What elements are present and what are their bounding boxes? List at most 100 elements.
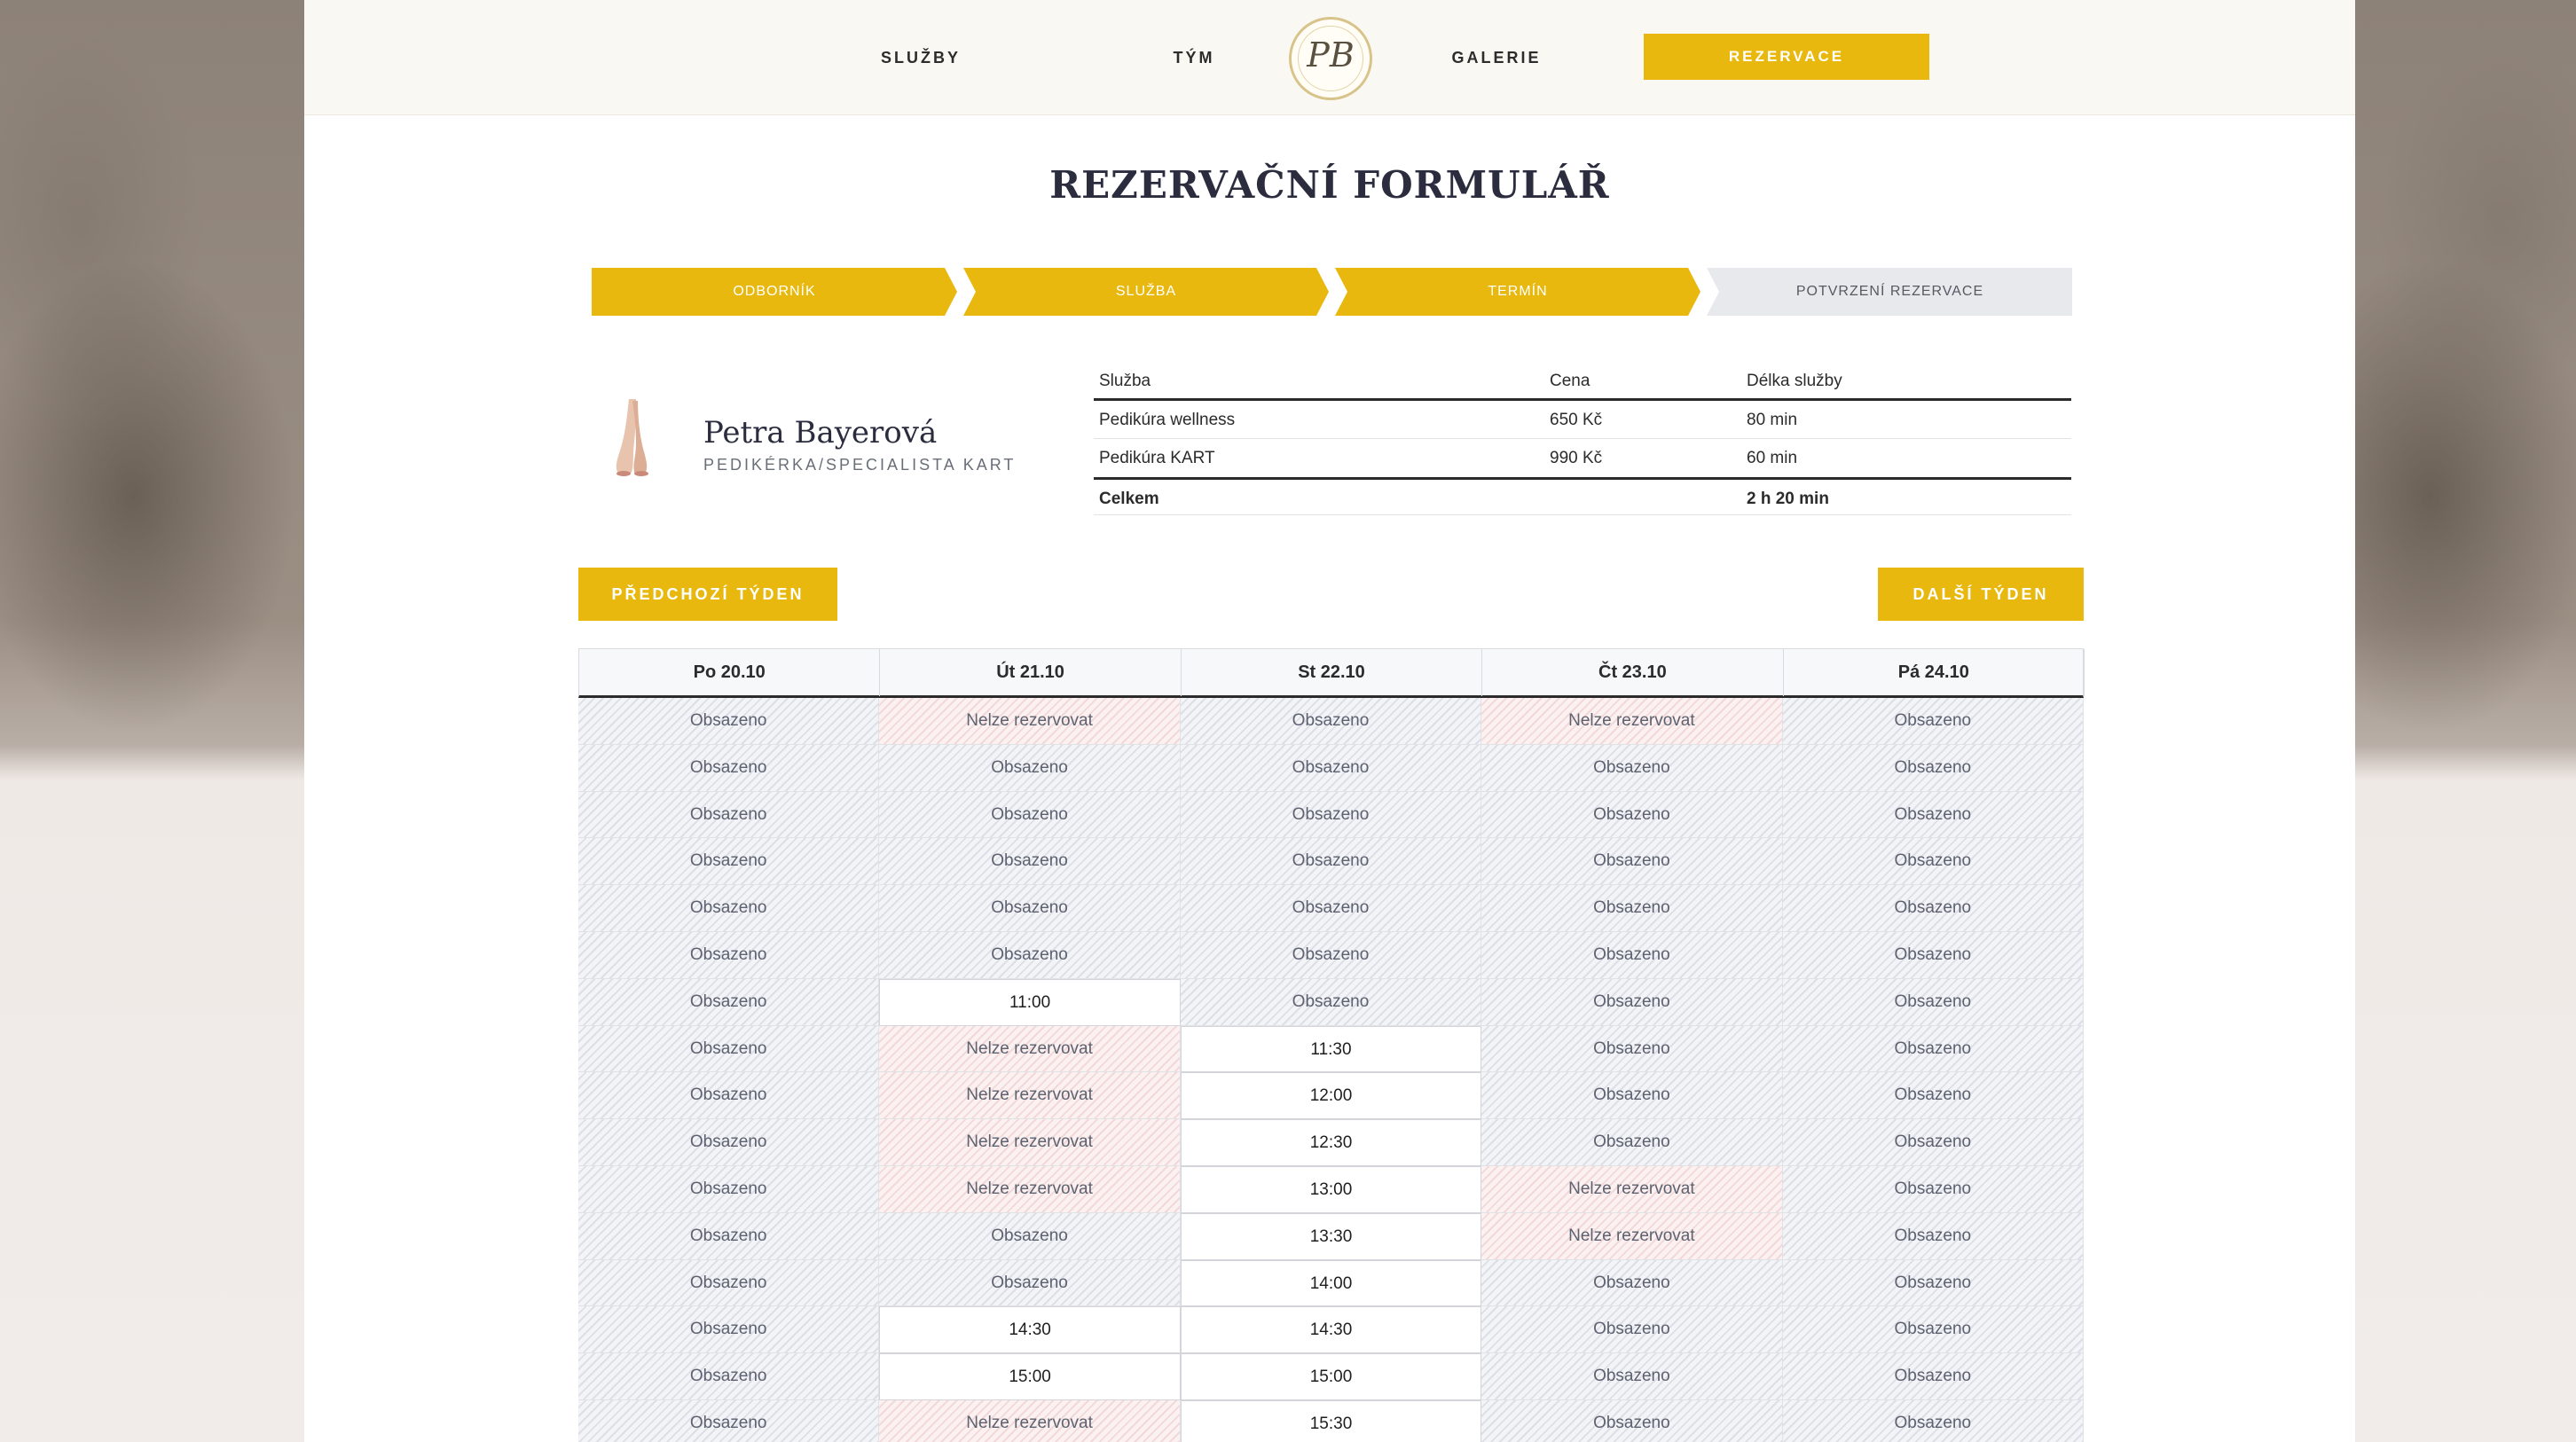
- time-slot-booked: Obsazeno: [1481, 1119, 1783, 1166]
- time-slot-booked: Obsazeno: [578, 838, 880, 886]
- service-duration: 80 min: [1747, 411, 1798, 429]
- time-slot-booked: Obsazeno: [1782, 1353, 2084, 1400]
- time-slot-booked: Obsazeno: [1782, 1025, 2084, 1073]
- time-slot-booked: Obsazeno: [1782, 838, 2084, 886]
- time-slot-booked: Obsazeno: [578, 1212, 880, 1260]
- previous-week-button[interactable]: PŘEDCHOZÍ TÝDEN: [578, 568, 837, 621]
- column-header-duration: Délka služby: [1747, 372, 1842, 390]
- service-price: 990 Kč: [1550, 449, 1603, 467]
- calendar-body: Obsazeno Nelze rezervovat Obsazeno Nelze re…: [578, 698, 2084, 1442]
- time-slot-booked: Obsazeno: [1481, 744, 1783, 792]
- time-slot-booked: Obsazeno: [1481, 1025, 1783, 1073]
- time-slot-booked: Obsazeno: [1481, 978, 1783, 1026]
- feet-photo: [616, 399, 648, 476]
- services-total-row: Celkem 2 h 20 min: [1094, 477, 2071, 515]
- time-slot-available[interactable]: 15:00: [879, 1353, 1181, 1400]
- time-slot-booked: Obsazeno: [1481, 791, 1783, 839]
- specialist-name: Petra Bayerová: [703, 415, 938, 451]
- time-slot-row: Obsazeno Nelze rezervovat 13:00 Nelze rezer…: [578, 1165, 2084, 1213]
- time-slot-available[interactable]: 13:00: [1180, 1165, 1482, 1213]
- day-header: Po 20.10: [579, 649, 881, 696]
- day-header: Čt 23.10: [1482, 649, 1784, 696]
- time-slot-available[interactable]: 14:00: [1180, 1259, 1482, 1307]
- time-slot-booked: Obsazeno: [1481, 838, 1783, 886]
- service-name: Pedikúra wellness: [1099, 411, 1236, 429]
- time-slot-available[interactable]: 12:00: [1180, 1072, 1482, 1120]
- time-slot-booked: Obsazeno: [1782, 1072, 2084, 1120]
- time-slot-available[interactable]: 15:00: [1180, 1353, 1482, 1400]
- day-header: St 22.10: [1182, 649, 1483, 696]
- time-slot-available[interactable]: 13:30: [1180, 1212, 1482, 1260]
- time-slot-booked: Obsazeno: [1782, 931, 2084, 979]
- service-row: Pedikúra wellness 650 Kč 80 min: [1094, 401, 2071, 439]
- time-slot-booked: Obsazeno: [1481, 1072, 1783, 1120]
- time-slot-booked: Obsazeno: [578, 1259, 880, 1307]
- step-term[interactable]: TERMÍN: [1335, 268, 1700, 316]
- time-slot-unavailable: Nelze rezervovat: [879, 698, 1181, 745]
- time-slot-available[interactable]: 11:00: [879, 978, 1181, 1026]
- total-duration: 2 h 20 min: [1747, 490, 1829, 508]
- time-slot-row: Obsazeno 15:00 15:00 Obsazeno Obsazeno: [578, 1353, 2084, 1400]
- brand-logo[interactable]: PB: [1289, 17, 1372, 100]
- time-slot-row: Obsazeno Obsazeno Obsazeno Obsazeno Obsazeno: [578, 931, 2084, 979]
- time-slot-booked: Obsazeno: [1481, 1399, 1783, 1442]
- time-slot-booked: Obsazeno: [1481, 931, 1783, 979]
- step-service[interactable]: SLUŽBA: [963, 268, 1329, 316]
- next-week-button[interactable]: DALŠÍ TÝDEN: [1878, 568, 2084, 621]
- time-slot-booked: Obsazeno: [1782, 885, 2084, 932]
- time-slot-row: Obsazeno Nelze rezervovat Obsazeno Nelze re…: [578, 698, 2084, 745]
- step-confirmation: POTVRZENÍ REZERVACE: [1707, 268, 2072, 316]
- time-slot-booked: Obsazeno: [1180, 931, 1482, 979]
- booking-steps: ODBORNÍK SLUŽBA TERMÍN POTVRZENÍ REZERVA…: [592, 268, 2073, 316]
- time-slot-booked: Obsazeno: [879, 885, 1181, 932]
- time-slot-booked: Obsazeno: [578, 931, 880, 979]
- time-slot-available[interactable]: 15:30: [1180, 1399, 1482, 1442]
- services-table-header: Služba Cena Délka služby: [1094, 362, 2071, 401]
- time-slot-booked: Obsazeno: [879, 1212, 1181, 1260]
- time-slot-booked: Obsazeno: [578, 1119, 880, 1166]
- time-slot-booked: Obsazeno: [879, 791, 1181, 839]
- step-specialist[interactable]: ODBORNÍK: [592, 268, 957, 316]
- time-slot-available[interactable]: 14:30: [1180, 1306, 1482, 1354]
- time-slot-booked: Obsazeno: [578, 698, 880, 745]
- time-slot-row: Obsazeno Obsazeno Obsazeno Obsazeno Obsazeno: [578, 838, 2084, 886]
- time-slot-row: Obsazeno Nelze rezervovat 11:30 Obsazeno Obs…: [578, 1025, 2084, 1073]
- nav-link-gallery[interactable]: GALERIE: [1425, 46, 1567, 69]
- logo-monogram: PB: [1307, 35, 1355, 74]
- time-slot-booked: Obsazeno: [1782, 1212, 2084, 1260]
- time-slot-unavailable: Nelze rezervovat: [1481, 698, 1783, 745]
- time-slot-row: Obsazeno Obsazeno 13:30 Nelze rezervovat Obs…: [578, 1212, 2084, 1260]
- time-slot-booked: Obsazeno: [1782, 698, 2084, 745]
- time-slot-unavailable: Nelze rezervovat: [879, 1165, 1181, 1213]
- time-slot-row: Obsazeno 14:30 14:30 Obsazeno Obsazeno: [578, 1306, 2084, 1354]
- page-title: REZERVAČNÍ FORMULÁŘ: [1049, 163, 1610, 207]
- time-slot-row: Obsazeno Obsazeno Obsazeno Obsazeno Obsazeno: [578, 885, 2084, 932]
- time-slot-unavailable: Nelze rezervovat: [879, 1399, 1181, 1442]
- time-slot-booked: Obsazeno: [1782, 1306, 2084, 1354]
- time-slot-booked: Obsazeno: [1782, 744, 2084, 792]
- time-slot-available[interactable]: 11:30: [1180, 1025, 1482, 1073]
- time-slot-available[interactable]: 14:30: [879, 1306, 1181, 1354]
- service-price: 650 Kč: [1550, 411, 1603, 429]
- time-slot-booked: Obsazeno: [1782, 1119, 2084, 1166]
- availability-calendar: Po 20.10 Út 21.10 St 22.10 Čt 23.10 Pá 24.10…: [578, 648, 2085, 1442]
- time-slot-booked: Obsazeno: [1180, 838, 1482, 886]
- time-slot-available[interactable]: 12:30: [1180, 1119, 1482, 1166]
- time-slot-booked: Obsazeno: [578, 1165, 880, 1213]
- service-duration: 60 min: [1747, 449, 1798, 467]
- time-slot-booked: Obsazeno: [879, 744, 1181, 792]
- time-slot-unavailable: Nelze rezervovat: [879, 1119, 1181, 1166]
- time-slot-booked: Obsazeno: [1782, 978, 2084, 1026]
- time-slot-booked: Obsazeno: [1180, 978, 1482, 1026]
- time-slot-booked: Obsazeno: [578, 1025, 880, 1073]
- time-slot-booked: Obsazeno: [578, 1399, 880, 1442]
- time-slot-row: Obsazeno Nelze rezervovat 15:30 Obsazeno Obs…: [578, 1399, 2084, 1442]
- booking-page: SLUŽBY TÝM PB GALERIE REZERVACE REZERVAČ…: [304, 0, 2355, 1442]
- nav-link-services[interactable]: SLUŽBY: [836, 46, 1005, 69]
- total-label: Celkem: [1099, 490, 1159, 508]
- reservation-button[interactable]: REZERVACE: [1644, 34, 1929, 80]
- time-slot-booked: Obsazeno: [1481, 1306, 1783, 1354]
- nav-link-team[interactable]: TÝM: [1145, 46, 1243, 69]
- top-navigation: SLUŽBY TÝM PB GALERIE REZERVACE: [304, 0, 2355, 115]
- time-slot-booked: Obsazeno: [578, 1072, 880, 1120]
